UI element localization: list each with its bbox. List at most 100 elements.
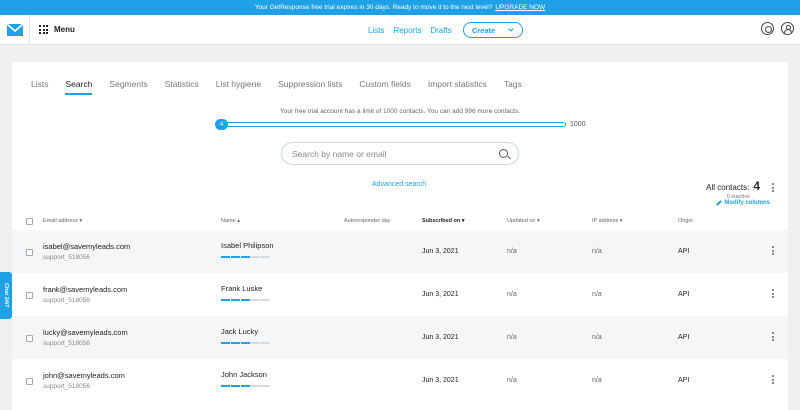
contact-email[interactable]: lucky@savemyleads.com	[43, 328, 128, 337]
top-nav: Lists Reports Drafts Create	[368, 15, 524, 45]
contacts-usage-slider: 4	[215, 119, 567, 130]
col-name[interactable]: Name ▴	[221, 218, 240, 224]
row-checkbox[interactable]	[26, 335, 33, 342]
top-icons	[761, 22, 794, 35]
nav-lists[interactable]: Lists	[368, 26, 384, 35]
subscribed-date: Jun 3, 2021	[422, 377, 459, 384]
row-options-icon[interactable]	[772, 246, 774, 257]
table-row[interactable]: frank@savemyleads.com support_518056 Fra…	[12, 273, 788, 316]
contact-list: support_518056	[43, 383, 90, 390]
updated-value: n/a	[507, 248, 517, 255]
tab-segments[interactable]: Segments	[109, 79, 147, 95]
pencil-icon	[716, 200, 723, 206]
contacts-tabs: Lists Search Segments Statistics List hy…	[31, 79, 539, 95]
row-checkbox[interactable]	[26, 292, 33, 299]
grid-menu-icon	[39, 25, 48, 34]
col-subscribed[interactable]: Subscribed on ▾	[422, 218, 465, 224]
ip-value: n/a	[592, 248, 602, 255]
ip-value: n/a	[592, 377, 602, 384]
help-icon[interactable]	[761, 22, 774, 35]
table-row[interactable]: lucky@savemyleads.com support_518056 Jac…	[12, 316, 788, 359]
usage-knob: 4	[215, 119, 228, 130]
col-updated[interactable]: Updated on ▾	[507, 218, 540, 224]
origin-value: API	[678, 334, 690, 341]
contact-email[interactable]: isabel@savemyleads.com	[43, 242, 130, 251]
all-contacts-count: 4	[753, 179, 760, 193]
origin-value: API	[678, 377, 690, 384]
contact-email[interactable]: john@savemyleads.com	[43, 371, 125, 380]
engagement-bars	[221, 299, 270, 301]
subscribed-date: Jun 3, 2021	[422, 248, 459, 255]
origin-value: API	[678, 248, 690, 255]
engagement-bars	[221, 342, 270, 344]
contact-name[interactable]: Isabel Philipson	[221, 241, 274, 250]
tab-list-hygiene[interactable]: List hygiene	[216, 79, 261, 95]
envelope-logo-icon	[6, 23, 23, 36]
top-bar: Menu Lists Reports Drafts Create	[0, 14, 800, 45]
usage-track	[217, 122, 566, 127]
col-email[interactable]: Email address ▾	[43, 218, 82, 224]
row-checkbox[interactable]	[26, 378, 33, 385]
ip-value: n/a	[592, 291, 602, 298]
usage-max: 1000	[570, 121, 586, 128]
modify-columns-label: Modify columns	[724, 200, 770, 206]
tab-lists[interactable]: Lists	[31, 79, 48, 95]
tab-suppression-lists[interactable]: Suppression lists	[278, 79, 342, 95]
create-label: Create	[471, 25, 496, 35]
menu-label: Menu	[54, 25, 75, 34]
row-checkbox[interactable]	[26, 249, 33, 256]
contacts-card: Lists Search Segments Statistics List hy…	[12, 62, 788, 410]
getresponse-logo[interactable]	[0, 14, 30, 45]
tab-search[interactable]: Search	[65, 79, 93, 95]
banner-text: Your GetResponse free trial expires in 3…	[254, 4, 493, 11]
contact-list: support_518056	[43, 340, 90, 347]
tab-custom-fields[interactable]: Custom fields	[359, 79, 411, 95]
contact-name[interactable]: Frank Luske	[221, 284, 262, 293]
col-autoresponder[interactable]: Autoresponder day	[344, 218, 390, 224]
trial-limit-text: Your free trial account has a limit of 1…	[279, 108, 521, 115]
engagement-bars	[221, 385, 270, 387]
tab-statistics[interactable]: Statistics	[165, 79, 199, 95]
updated-value: n/a	[507, 291, 517, 298]
contact-email[interactable]: frank@savemyleads.com	[43, 285, 127, 294]
chevron-down-icon	[508, 28, 515, 32]
nav-reports[interactable]: Reports	[393, 26, 421, 35]
updated-value: n/a	[507, 377, 517, 384]
search-icon[interactable]	[499, 149, 508, 158]
updated-value: n/a	[507, 334, 517, 341]
all-contacts-label: All contacts:	[706, 183, 750, 192]
origin-value: API	[678, 291, 690, 298]
ip-value: n/a	[592, 334, 602, 341]
menu-button[interactable]: Menu	[39, 25, 75, 34]
contact-list: support_518056	[43, 254, 90, 261]
contact-name[interactable]: John Jackson	[221, 370, 267, 379]
tab-import-statistics[interactable]: Import statistics	[428, 79, 487, 95]
chat-label: Chat 24/7	[3, 283, 9, 308]
col-origin[interactable]: Origin	[678, 218, 693, 224]
nav-drafts[interactable]: Drafts	[430, 26, 451, 35]
search-input[interactable]	[292, 148, 499, 159]
chat-widget-tab[interactable]: Chat 24/7	[0, 272, 12, 319]
table-row[interactable]: isabel@savemyleads.com support_518056 Is…	[12, 230, 788, 273]
search-box	[281, 142, 519, 165]
row-options-icon[interactable]	[772, 332, 774, 343]
create-button[interactable]: Create	[462, 22, 524, 38]
subscribed-date: Jun 3, 2021	[422, 291, 459, 298]
col-ip[interactable]: IP address ▾	[592, 218, 623, 224]
select-all-checkbox[interactable]	[26, 218, 33, 225]
table-header: Email address ▾ Name ▴ Autoresponder day…	[12, 215, 788, 229]
advanced-search-link[interactable]: Advanced search	[372, 181, 426, 188]
more-options-icon[interactable]	[772, 183, 774, 194]
modify-columns-link[interactable]: Modify columns	[716, 200, 770, 206]
table-row[interactable]: john@savemyleads.com support_518056 John…	[12, 359, 788, 402]
upgrade-link[interactable]: UPGRADE NOW	[495, 4, 545, 11]
row-options-icon[interactable]	[772, 289, 774, 300]
contact-name[interactable]: Jack Lucky	[221, 327, 258, 336]
contacts-summary: All contacts: 4 0 inactive	[706, 177, 760, 200]
row-options-icon[interactable]	[772, 375, 774, 386]
tab-tags[interactable]: Tags	[504, 79, 522, 95]
user-account-icon[interactable]	[781, 22, 794, 35]
engagement-bars	[221, 256, 270, 258]
subscribed-date: Jun 3, 2021	[422, 334, 459, 341]
contact-list: support_518056	[43, 297, 90, 304]
